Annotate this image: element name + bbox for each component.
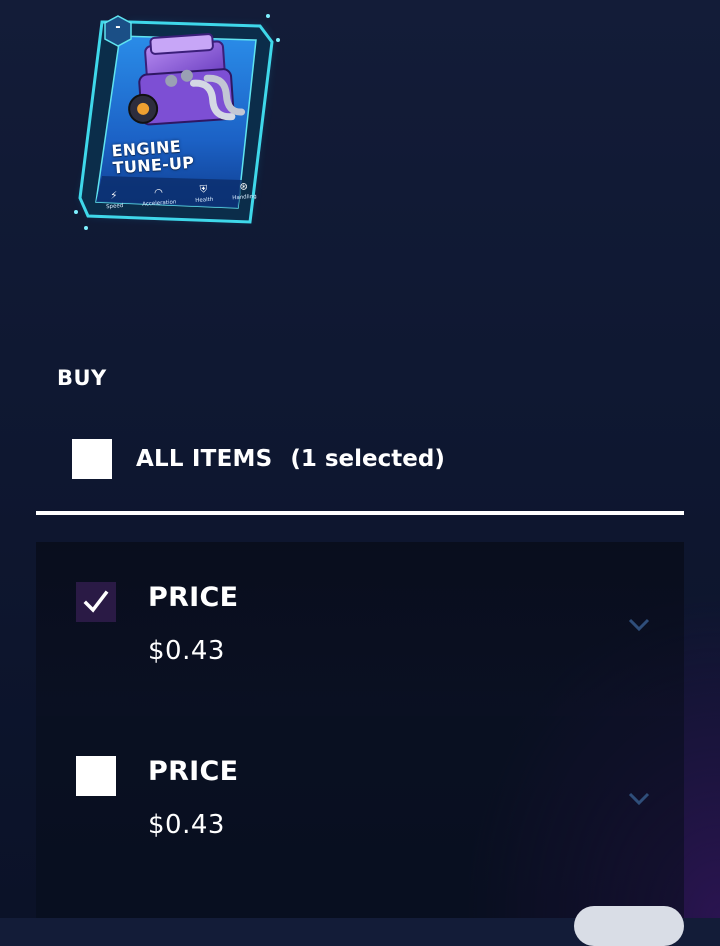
buy-title: BUY — [57, 366, 107, 390]
price-value: $0.43 — [148, 810, 225, 840]
bolt-icon: ⚡ — [110, 190, 118, 202]
price-value: $0.43 — [148, 636, 225, 666]
all-items-row[interactable]: ALL ITEMS (1 selected) — [72, 439, 445, 479]
stat-handling: ⊛ Handling — [231, 181, 257, 201]
stat-label: Health — [195, 196, 214, 205]
listing-checkbox[interactable] — [76, 756, 116, 796]
price-label: PRICE — [148, 582, 239, 613]
chevron-down-icon[interactable] — [628, 618, 650, 632]
badge-text: - — [115, 20, 121, 35]
steering-wheel-icon: ⊛ — [239, 181, 249, 193]
stat-health: ⛨ Health — [194, 184, 213, 204]
checkmark-icon — [83, 590, 109, 613]
card-badge: - — [103, 15, 133, 47]
gauge-icon: ◠ — [153, 187, 164, 199]
all-items-checkbox[interactable] — [72, 439, 112, 479]
listing-checkbox[interactable] — [76, 582, 116, 622]
listing-item[interactable]: PRICE $0.43 — [36, 542, 684, 716]
divider — [36, 511, 684, 515]
listing-item[interactable]: PRICE $0.43 — [36, 716, 684, 918]
item-card[interactable]: - ENGINE TUNE-UP ⚡ Speed ◠ Acceleration … — [72, 8, 287, 236]
partial-button[interactable] — [574, 906, 684, 946]
stat-acceleration: ◠ Acceleration — [141, 186, 177, 207]
stat-speed: ⚡ Speed — [105, 190, 124, 210]
shield-icon: ⛨ — [199, 184, 208, 196]
all-items-label: ALL ITEMS — [136, 446, 273, 472]
selected-count: (1 selected) — [290, 446, 445, 472]
chevron-down-icon[interactable] — [628, 792, 650, 806]
price-label: PRICE — [148, 756, 239, 787]
stat-label: Speed — [105, 203, 124, 211]
